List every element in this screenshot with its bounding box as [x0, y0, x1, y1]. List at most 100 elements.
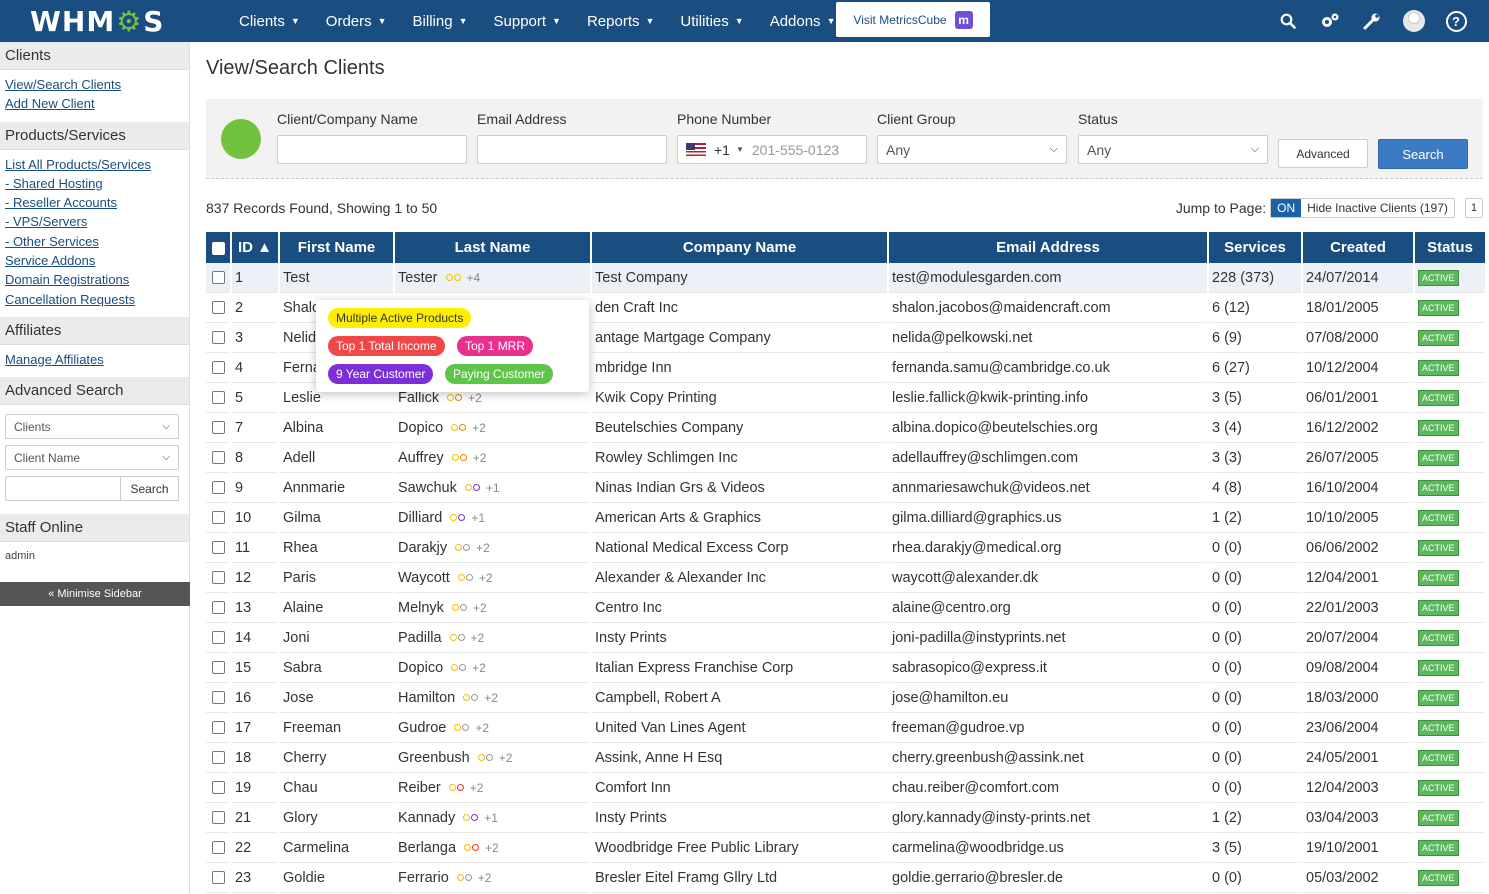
cell-first-name[interactable]: Chau — [280, 773, 393, 803]
more-tags-count[interactable]: +2 — [473, 601, 487, 615]
cell-id[interactable]: 5 — [232, 383, 278, 413]
client-tag-dots-icon[interactable] — [451, 453, 468, 463]
last-name-link[interactable]: Reiber — [398, 780, 441, 796]
cell-email[interactable]: rhea.darakjy@medical.org — [889, 533, 1207, 563]
phone-country-code[interactable]: +1 — [714, 142, 730, 158]
search-button[interactable]: Search — [1378, 139, 1468, 169]
cell-id[interactable]: 22 — [232, 833, 278, 863]
advanced-search-field-select[interactable]: Client Name ⌵ — [5, 445, 179, 471]
status-select[interactable]: Any ⌵ — [1078, 135, 1268, 164]
more-tags-count[interactable]: +2 — [473, 451, 487, 465]
client-tag-dots-icon[interactable] — [477, 753, 494, 763]
cell-company[interactable]: Insty Prints — [592, 803, 887, 833]
client-tag-dots-icon[interactable] — [451, 663, 467, 673]
more-tags-count[interactable]: +2 — [499, 751, 513, 765]
row-select[interactable] — [206, 323, 230, 353]
client-tag-dots-icon[interactable] — [463, 693, 479, 703]
sidebar-link[interactable]: Domain Registrations — [5, 270, 184, 289]
row-select[interactable] — [206, 293, 230, 323]
cell-first-name[interactable]: Annmarie — [280, 473, 393, 503]
nav-item-support[interactable]: Support ▼ — [481, 0, 574, 42]
cell-email[interactable]: chau.reiber@comfort.com — [889, 773, 1207, 803]
column-header[interactable]: Last Name — [395, 232, 590, 263]
nav-item-addons[interactable]: Addons ▼ — [757, 0, 849, 42]
row-checkbox[interactable] — [211, 691, 225, 705]
cell-company[interactable]: Campbell, Robert A — [592, 683, 887, 713]
cell-id[interactable]: 13 — [232, 593, 278, 623]
search-icon[interactable] — [1267, 13, 1309, 29]
cell-email[interactable]: cherry.greenbush@assink.net — [889, 743, 1207, 773]
row-select[interactable] — [206, 623, 230, 653]
client-group-select[interactable]: Any ⌵ — [877, 135, 1067, 164]
client-tag-dots-icon[interactable] — [450, 513, 466, 523]
last-name-link[interactable]: Waycott — [398, 570, 450, 586]
cell-id[interactable]: 2 — [232, 293, 278, 323]
cell-email[interactable]: shalon.jacobos@maidencraft.com — [889, 293, 1207, 323]
row-checkbox[interactable] — [211, 421, 225, 435]
last-name-link[interactable]: Greenbush — [398, 750, 470, 766]
more-tags-count[interactable]: +1 — [471, 511, 485, 525]
client-tag-dots-icon[interactable] — [449, 633, 466, 643]
more-tags-count[interactable]: +2 — [468, 391, 482, 405]
cell-first-name[interactable]: Carmelina — [280, 833, 393, 863]
column-header[interactable]: Services — [1209, 232, 1301, 263]
staff-online-name[interactable]: admin — [0, 542, 189, 570]
cell-email[interactable]: test@modulesgarden.com — [889, 263, 1207, 293]
sidebar-link[interactable]: - VPS/Servers — [5, 212, 184, 231]
us-flag-icon[interactable] — [686, 143, 706, 156]
row-select[interactable] — [206, 683, 230, 713]
row-select[interactable] — [206, 563, 230, 593]
cell-first-name[interactable]: Cherry — [280, 743, 393, 773]
table-row[interactable]: 8 Adell Auffrey +2 Rowley Schlimgen Inc adell… — [206, 443, 1485, 473]
cell-email[interactable]: alaine@centro.org — [889, 593, 1207, 623]
more-tags-count[interactable]: +2 — [484, 691, 498, 705]
cell-company[interactable]: United Van Lines Agent — [592, 713, 887, 743]
sidebar-link[interactable]: - Shared Hosting — [5, 174, 184, 193]
sidebar-link[interactable]: List All Products/Services — [5, 155, 184, 174]
nav-item-orders[interactable]: Orders ▼ — [313, 0, 400, 42]
cell-first-name[interactable]: Freeman — [280, 713, 393, 743]
row-select[interactable] — [206, 593, 230, 623]
client-tag-dots-icon[interactable] — [464, 843, 480, 853]
cell-company[interactable]: Test Company — [592, 263, 887, 293]
cell-email[interactable]: gilma.dilliard@graphics.us — [889, 503, 1207, 533]
cell-id[interactable]: 1 — [232, 263, 278, 293]
client-tag-dots-icon[interactable] — [454, 723, 470, 733]
table-row[interactable]: 17 Freeman Gudroe +2 United Van Lines Agent f… — [206, 713, 1485, 743]
advanced-search-input[interactable] — [5, 476, 121, 502]
row-select[interactable] — [206, 503, 230, 533]
last-name-link[interactable]: Sawchuk — [398, 480, 457, 496]
row-select[interactable] — [206, 743, 230, 773]
hide-inactive-toggle[interactable]: ON Hide Inactive Clients (197) — [1270, 198, 1455, 218]
cell-email[interactable]: adellauffrey@schlimgen.com — [889, 443, 1207, 473]
visit-metricscube-button[interactable]: Visit MetricsCube m — [836, 2, 990, 37]
cell-first-name[interactable]: Joni — [280, 623, 393, 653]
cell-email[interactable]: leslie.fallick@kwik-printing.info — [889, 383, 1207, 413]
table-row[interactable]: 7 Albina Dopico +2 Beutelschies Company albin… — [206, 413, 1485, 443]
more-tags-count[interactable]: +1 — [484, 811, 498, 825]
table-row[interactable]: 12 Paris Waycott +2 Alexander & Alexander In… — [206, 563, 1485, 593]
last-name-link[interactable]: Padilla — [398, 630, 442, 646]
last-name-link[interactable]: Darakjy — [398, 540, 447, 556]
user-avatar[interactable] — [1393, 10, 1435, 32]
cell-email[interactable]: jose@hamilton.eu — [889, 683, 1207, 713]
whmcs-logo[interactable]: WHM ⚙ S — [30, 4, 164, 38]
cell-id[interactable]: 7 — [232, 413, 278, 443]
cell-company[interactable]: antage Martgage Company — [592, 323, 887, 353]
cell-id[interactable]: 16 — [232, 683, 278, 713]
row-checkbox[interactable] — [211, 601, 225, 615]
cell-company[interactable]: Insty Prints — [592, 623, 887, 653]
client-tag-dots-icon[interactable] — [464, 483, 481, 493]
row-checkbox[interactable] — [211, 661, 225, 675]
sidebar-link[interactable]: - Reseller Accounts — [5, 193, 184, 212]
page-select[interactable]: 1 — [1464, 198, 1483, 218]
last-name-link[interactable]: Gudroe — [398, 720, 446, 736]
cell-id[interactable]: 18 — [232, 743, 278, 773]
cell-email[interactable]: annmariesawchuk@videos.net — [889, 473, 1207, 503]
client-tag-dots-icon[interactable] — [447, 393, 463, 403]
cell-email[interactable]: carmelina@woodbridge.us — [889, 833, 1207, 863]
minimise-sidebar-button[interactable]: « Minimise Sidebar — [0, 582, 190, 606]
row-checkbox[interactable] — [211, 721, 225, 735]
cell-email[interactable]: sabrasopico@express.it — [889, 653, 1207, 683]
last-name-link[interactable]: Tester — [398, 270, 438, 286]
